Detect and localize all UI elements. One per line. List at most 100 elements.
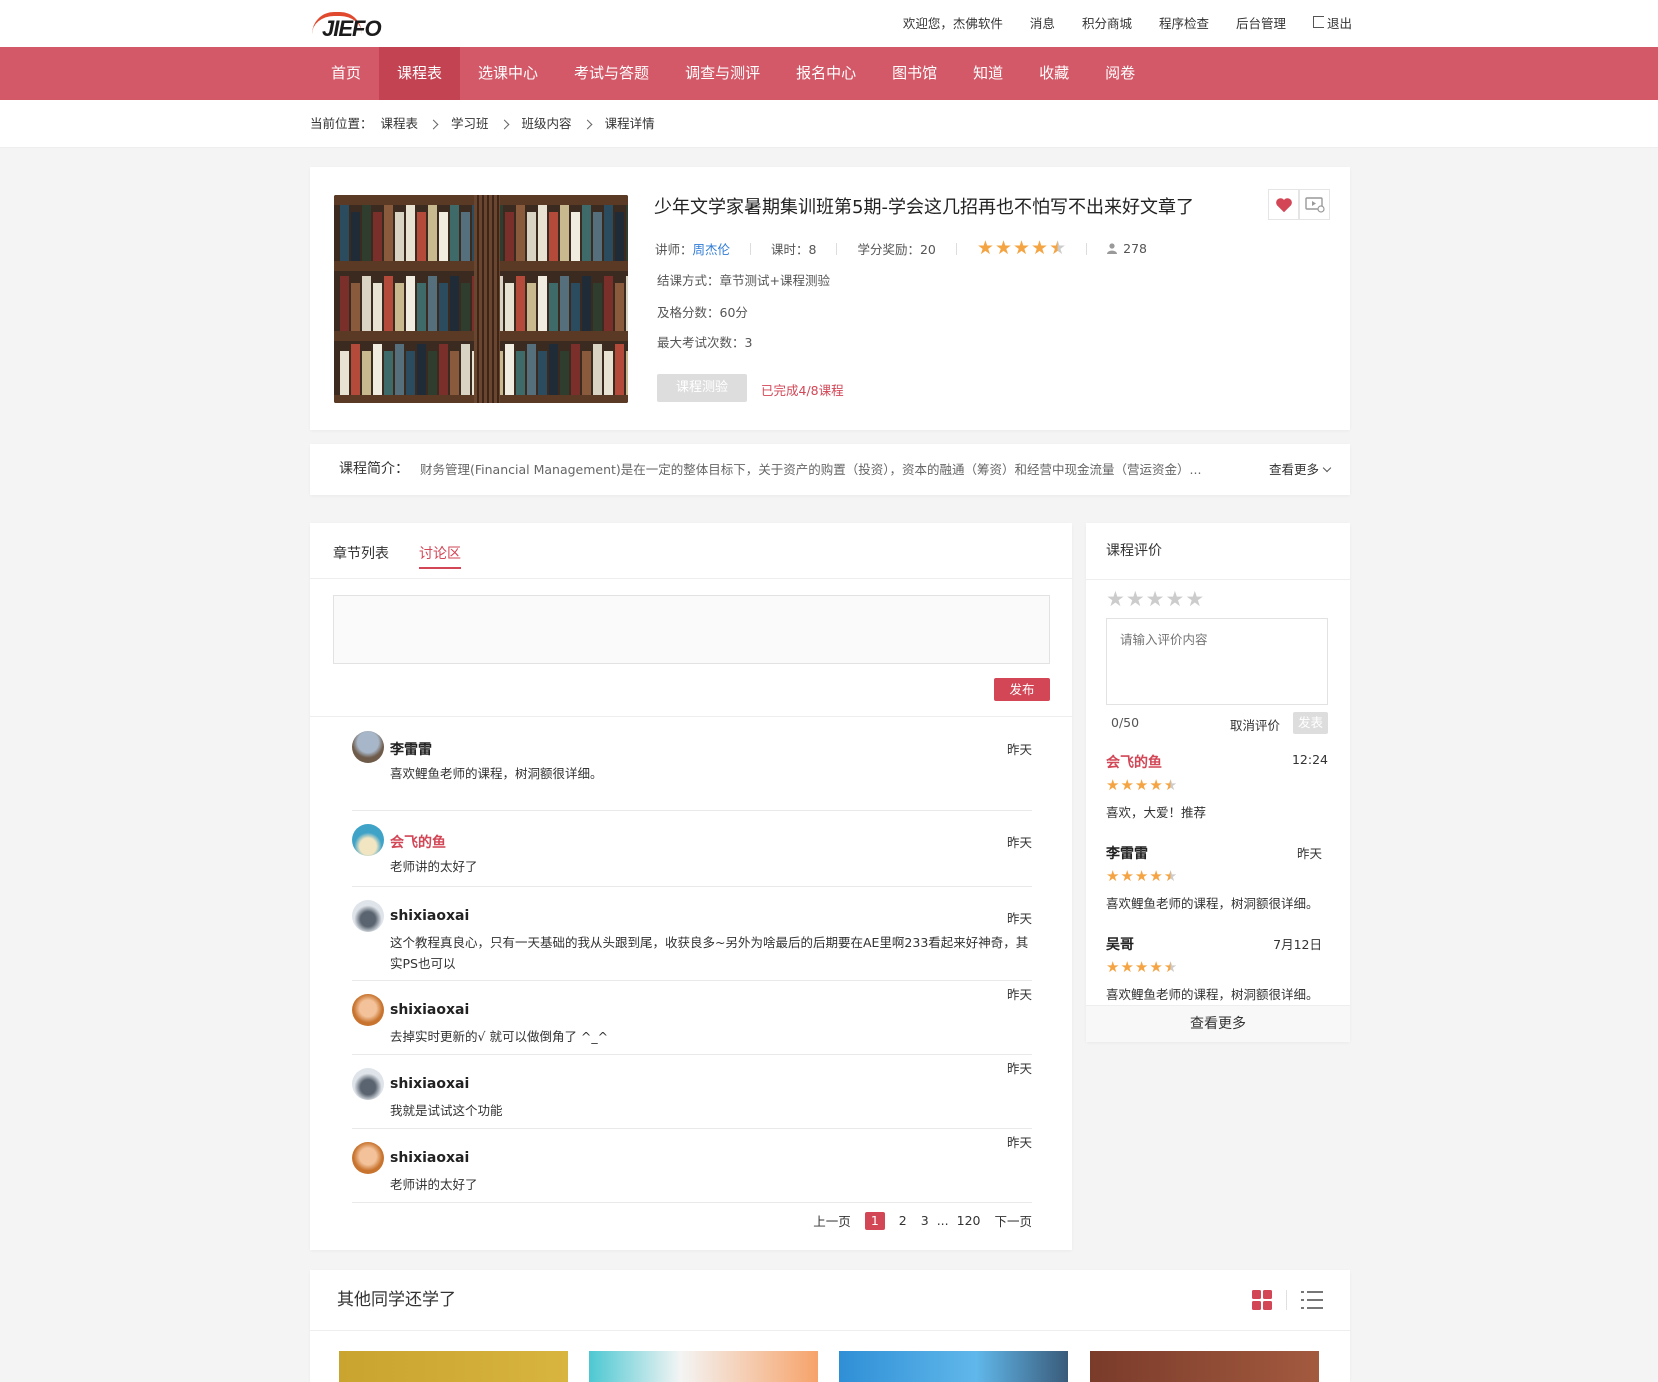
logout-label: 退出 (1326, 15, 1352, 31)
avatar[interactable] (352, 994, 384, 1026)
intro-text: 财务管理(Financial Management)是在一定的整体目标下，关于资… (420, 462, 1202, 477)
comment-item: shixiaoxai 昨天 我就是试试这个功能 (352, 1055, 1032, 1129)
link-admin[interactable]: 后台管理 (1236, 13, 1286, 32)
course-card: 少年文学家暑期集训班第5期-学会这几招再也不怕写不出来好文章了 讲师： 周杰伦 … (310, 167, 1350, 430)
avatar[interactable] (352, 900, 384, 932)
related-title: 其他同学还学了 (337, 1290, 456, 1310)
avatar[interactable] (352, 824, 384, 856)
star-icon[interactable]: ★ (1106, 589, 1125, 610)
review-author[interactable]: 会飞的鱼 (1106, 752, 1162, 772)
comment-time: 昨天 (1006, 987, 1032, 1002)
page-1[interactable]: 1 (864, 1211, 885, 1230)
nav-item[interactable]: 考试与答题 (556, 47, 667, 100)
comment-time: 昨天 (1006, 1135, 1032, 1150)
review-author[interactable]: 吴哥 (1106, 934, 1134, 954)
comment-author[interactable]: shixiaoxai (390, 1002, 469, 1018)
nav-item[interactable]: 调查与测评 (667, 47, 778, 100)
next-page[interactable]: 下一页 (994, 1211, 1032, 1230)
comment-author[interactable]: shixiaoxai (390, 908, 469, 924)
comment-author[interactable]: 会飞的鱼 (390, 832, 446, 852)
page-3[interactable]: 3 (921, 1213, 929, 1228)
discussion-tabs: 章节列表 讨论区 (310, 523, 1072, 579)
welcome-text: 欢迎您，杰佛软件 (902, 15, 1003, 31)
grid-view-icon[interactable] (1252, 1290, 1272, 1310)
comment-author[interactable]: shixiaoxai (390, 1076, 469, 1092)
page-last[interactable]: 120 (957, 1213, 981, 1228)
nav-item[interactable]: 选课中心 (460, 47, 556, 100)
comment-text: 这个教程真良心，只有一天基础的我从头跟到尾，收获良多~另外为啥最后的后期要在AE… (390, 935, 1029, 971)
star-icon[interactable]: ★ (1126, 589, 1145, 610)
logo-text: JIEFO (322, 16, 382, 41)
nav-item[interactable]: 报名中心 (778, 47, 874, 100)
related-courses: 其他同学还学了 (310, 1270, 1350, 1382)
nav-item[interactable]: 首页 (313, 47, 379, 100)
related-course-thumb[interactable] (839, 1351, 1068, 1382)
review-text: 喜欢鲤鱼老师的课程，树洞额很详细。 (1106, 987, 1319, 1002)
course-cover-image[interactable] (334, 195, 628, 403)
list-view-icon[interactable] (1301, 1291, 1323, 1309)
rating-input-stars[interactable]: ★ ★ ★ ★ ★ (1106, 589, 1204, 610)
breadcrumb-item[interactable]: 课程表 (381, 100, 419, 148)
teacher-link[interactable]: 周杰伦 (693, 239, 731, 258)
more-reviews-button[interactable]: 查看更多 (1086, 1005, 1350, 1042)
max-attempts: 最大考试次数：3 (657, 335, 753, 350)
related-course-thumb[interactable] (1090, 1351, 1319, 1382)
star-icon: ★ (1163, 958, 1178, 976)
comment-text: 去掉实时更新的√ 就可以做倒角了 ^_^ (390, 1029, 609, 1044)
course-test-button[interactable]: 课程测验 (657, 374, 747, 402)
comment-author[interactable]: shixiaoxai (390, 1150, 469, 1166)
nav-item[interactable]: 收藏 (1021, 47, 1087, 100)
nav-item[interactable]: 知道 (955, 47, 1021, 100)
share-button[interactable] (1299, 189, 1330, 220)
nav-item[interactable]: 阅卷 (1087, 47, 1153, 100)
progress-text: 已完成4/8课程 (761, 383, 844, 398)
star-icon[interactable]: ★ (1185, 589, 1204, 610)
comment-item: 李雷雷 昨天 喜欢鲤鱼老师的课程，树洞额很详细。 (352, 731, 1032, 811)
related-course-thumb[interactable] (339, 1351, 568, 1382)
comment-list: 李雷雷 昨天 喜欢鲤鱼老师的课程，树洞额很详细。 会飞的鱼 昨天 老师讲的太好了 shixi… (352, 731, 1032, 1203)
link-messages[interactable]: 消息 (1030, 13, 1055, 32)
avatar[interactable] (352, 1068, 384, 1100)
comment-author[interactable]: 李雷雷 (390, 739, 432, 759)
review-input[interactable] (1106, 618, 1328, 705)
star-icon[interactable]: ★ (1165, 589, 1184, 610)
chevron-right-icon (499, 119, 509, 129)
course-title: 少年文学家暑期集训班第5期-学会这几招再也不怕写不出来好文章了 (654, 197, 1194, 218)
star-icon: ★ (1120, 958, 1134, 976)
star-icon: ★ (1149, 867, 1163, 885)
link-points-mall[interactable]: 积分商城 (1082, 13, 1132, 32)
comment-text: 老师讲的太好了 (390, 859, 478, 874)
breadcrumb-item[interactable]: 班级内容 (522, 100, 572, 148)
nav-item[interactable]: 图书馆 (874, 47, 955, 100)
avatar[interactable] (352, 731, 384, 763)
nav-item[interactable]: 课程表 (379, 47, 461, 100)
star-icon: ★ (1149, 776, 1163, 794)
comment-item: 会飞的鱼 昨天 老师讲的太好了 (352, 811, 1032, 887)
comment-item: shixiaoxai 昨天 老师讲的太好了 (352, 1129, 1032, 1203)
favorite-button[interactable] (1268, 189, 1299, 220)
logout-link[interactable]: 退出 (1312, 13, 1352, 32)
tab-chapter-list[interactable]: 章节列表 (333, 543, 389, 563)
cancel-review-button[interactable]: 取消评价 (1230, 715, 1280, 734)
breadcrumb-item[interactable]: 学习班 (451, 100, 489, 148)
publish-button[interactable]: 发布 (994, 678, 1050, 701)
course-review-panel: 课程评价 ★ ★ ★ ★ ★ 0/50 取消评价 发表 会飞的鱼12:24★★★… (1086, 523, 1350, 1042)
tab-discussion[interactable]: 讨论区 (419, 543, 461, 569)
review-author[interactable]: 李雷雷 (1106, 843, 1148, 863)
related-course-thumb[interactable] (589, 1351, 818, 1382)
breadcrumb-item[interactable]: 课程详情 (605, 100, 655, 148)
link-program-check[interactable]: 程序检查 (1159, 13, 1209, 32)
star-icon: ★ (1149, 958, 1163, 976)
submit-review-button[interactable]: 发表 (1293, 712, 1328, 734)
intro-more-link[interactable]: 查看更多 (1269, 444, 1332, 495)
star-icon[interactable]: ★ (1146, 589, 1165, 610)
chevron-right-icon (582, 119, 593, 129)
star-icon: ★ (1106, 867, 1120, 885)
page-2[interactable]: 2 (899, 1213, 907, 1228)
discussion-input[interactable] (333, 595, 1050, 664)
avatar[interactable] (352, 1142, 384, 1174)
course-hours: 课时：8 (771, 242, 817, 257)
jiefo-logo[interactable]: JIEFO (310, 8, 390, 41)
prev-page[interactable]: 上一页 (813, 1211, 851, 1230)
review-text: 喜欢，大爱！推荐 (1106, 805, 1207, 820)
